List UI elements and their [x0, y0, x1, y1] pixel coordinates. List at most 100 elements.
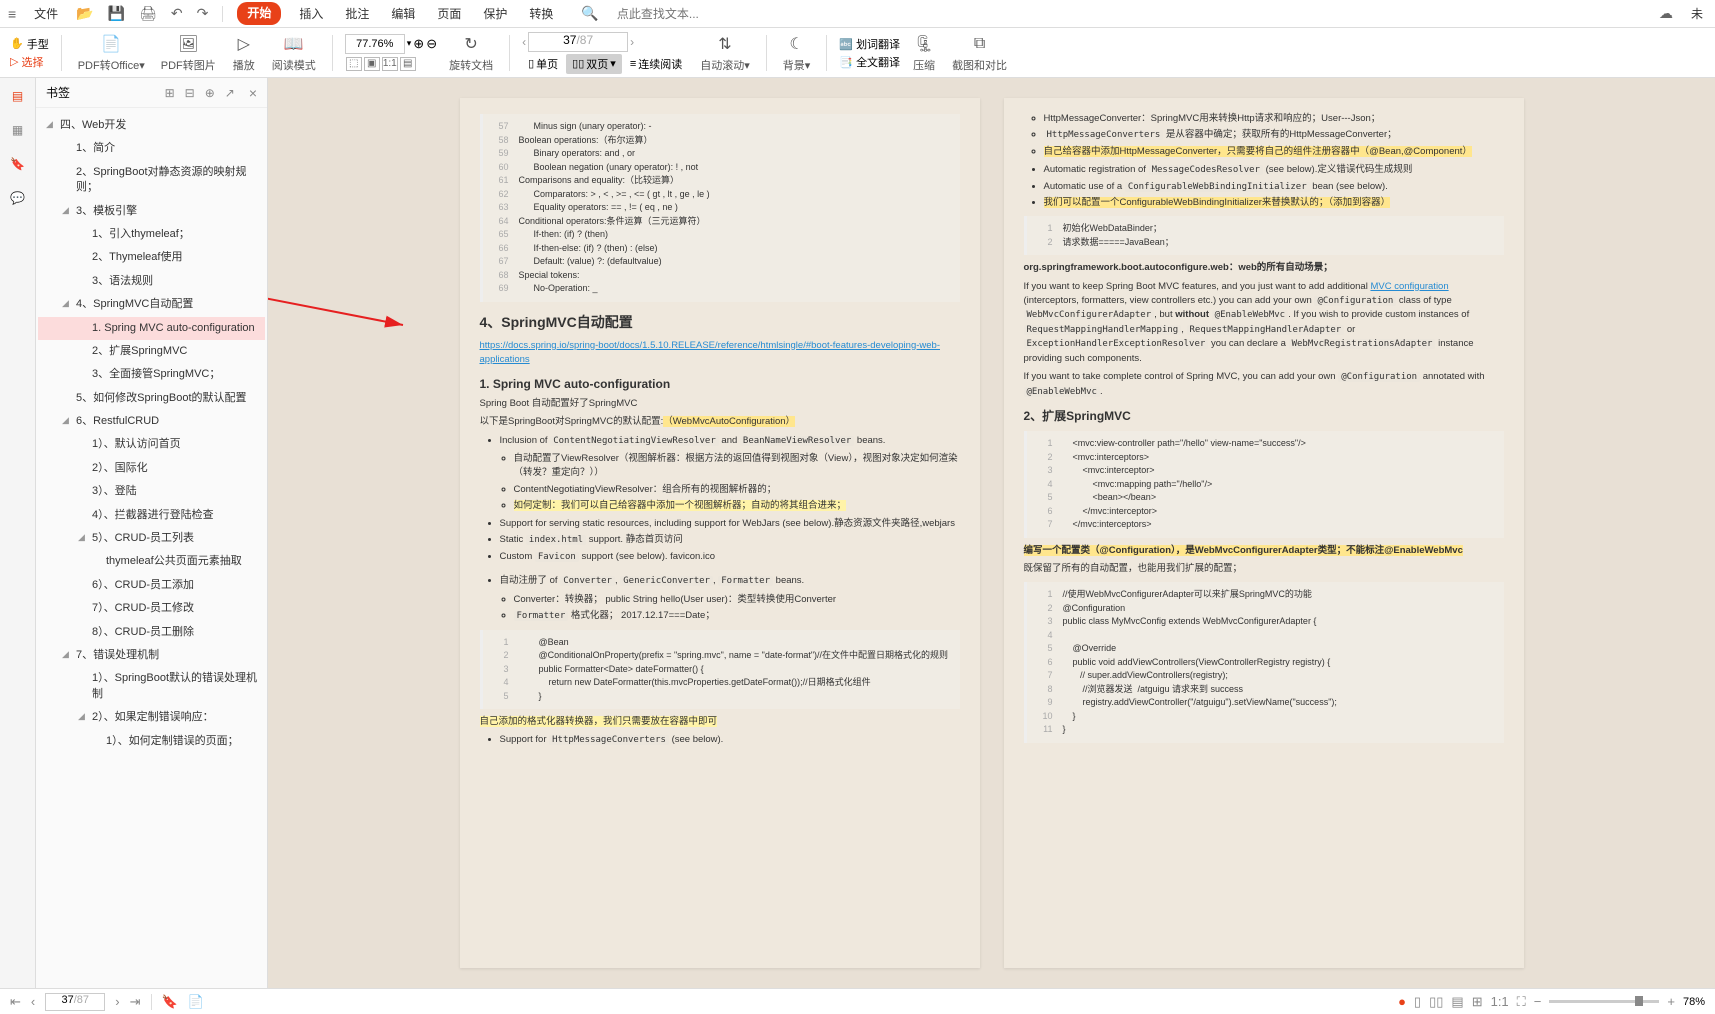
- bookmark-item[interactable]: 7）、CRUD-员工修改: [38, 597, 265, 620]
- screenshot-compare[interactable]: ⧉截图和对比: [948, 32, 1011, 73]
- bookmark-item[interactable]: 2）、国际化: [38, 457, 265, 480]
- bm-close-icon[interactable]: ×: [249, 85, 257, 101]
- bookmark-item[interactable]: ◢5）、CRUD-员工列表: [38, 527, 265, 550]
- bookmark-item[interactable]: 1、引入thymeleaf；: [38, 223, 265, 246]
- thumbnails-icon[interactable]: ▦: [8, 120, 28, 140]
- docs-link[interactable]: https://docs.spring.io/spring-boot/docs/…: [480, 340, 940, 365]
- bookmark-item[interactable]: 1）、SpringBoot默认的错误处理机制: [38, 667, 265, 706]
- fit-width-icon[interactable]: ⬚: [346, 57, 362, 71]
- bookmark-item[interactable]: 2、SpringBoot对静态资源的映射规则；: [38, 161, 265, 200]
- bookmark-item[interactable]: ◢4、SpringMVC自动配置: [38, 293, 265, 316]
- bookmark-item[interactable]: 3）、登陆: [38, 480, 265, 503]
- page-next-icon[interactable]: ›: [630, 35, 634, 49]
- bookmark-item[interactable]: ◢2）、如果定制错误响应：: [38, 706, 265, 729]
- rotate-button[interactable]: ↻旋转文档: [445, 32, 497, 73]
- page-next-nav-icon[interactable]: ›: [115, 994, 119, 1009]
- sb-layout3-icon[interactable]: ▤: [1451, 994, 1463, 1010]
- page-first-icon[interactable]: ⇤: [10, 994, 21, 1010]
- compress-button[interactable]: 🗜压缩: [908, 32, 940, 73]
- bm-add-icon[interactable]: ⊕: [205, 86, 215, 100]
- menu-convert[interactable]: 转换: [525, 3, 557, 24]
- attachments-icon[interactable]: 🔖: [8, 154, 28, 174]
- bookmark-item[interactable]: ◢6、RestfulCRUD: [38, 410, 265, 433]
- pdf-to-image[interactable]: 🖼PDF转图片: [157, 32, 220, 73]
- bookmark-item[interactable]: ◢3、模板引擎: [38, 200, 265, 223]
- bookmark-item[interactable]: 3、全面接管SpringMVC；: [38, 363, 265, 386]
- bm-expand-icon[interactable]: ⊞: [165, 86, 175, 100]
- menu-file[interactable]: 文件: [30, 3, 62, 24]
- redo-icon[interactable]: ↷: [197, 5, 209, 22]
- bookmark-item[interactable]: thymeleaf公共页面元素抽取: [38, 550, 265, 573]
- hand-tool[interactable]: ✋ 手型: [10, 36, 49, 52]
- page-prev-nav-icon[interactable]: ‹: [31, 994, 35, 1009]
- cloud-icon[interactable]: ☁: [1659, 5, 1673, 22]
- menu-insert[interactable]: 插入: [295, 3, 327, 24]
- double-page-button[interactable]: ▯▯ 双页▾: [566, 54, 622, 74]
- menu-hamburger-icon[interactable]: ≡: [8, 6, 16, 22]
- read-mode[interactable]: 📖阅读模式: [268, 32, 320, 73]
- play-button[interactable]: ▷播放: [228, 32, 260, 73]
- zoom-input[interactable]: [345, 34, 405, 54]
- bm-collapse-icon[interactable]: ⊟: [185, 86, 195, 100]
- menu-edit[interactable]: 编辑: [387, 3, 419, 24]
- bookmark-item[interactable]: ◢7、错误处理机制: [38, 644, 265, 667]
- continuous-button[interactable]: ≡ 连续阅读: [624, 54, 688, 74]
- menu-annotate[interactable]: 批注: [341, 3, 373, 24]
- bookmark-item[interactable]: 1、简介: [38, 137, 265, 160]
- menu-protect[interactable]: 保护: [479, 3, 511, 24]
- bookmark-item[interactable]: 1）、如何定制错误的页面；: [38, 730, 265, 753]
- mvc-config-link[interactable]: MVC configuration: [1370, 281, 1448, 292]
- list-item: Automatic use of a ConfigurableWebBindin…: [1044, 180, 1504, 195]
- single-page-button[interactable]: ▯ 单页: [522, 54, 564, 74]
- sb-layout4-icon[interactable]: ⊞: [1472, 994, 1483, 1010]
- bookmark-item[interactable]: 1. Spring MVC auto-configuration: [38, 317, 265, 340]
- print-icon[interactable]: 🖨: [139, 5, 157, 22]
- document-viewport[interactable]: 57 Minus sign (unary operator): -58Boole…: [268, 78, 1715, 988]
- bookmark-item[interactable]: 3、语法规则: [38, 270, 265, 293]
- auto-scroll[interactable]: ⇅自动滚动▾: [696, 32, 754, 73]
- page-prev-icon[interactable]: ‹: [522, 35, 526, 49]
- bm-export-icon[interactable]: ↗: [225, 86, 235, 100]
- bookmark-item[interactable]: 4）、拦截器进行登陆检查: [38, 504, 265, 527]
- bookmark-item[interactable]: 5、如何修改SpringBoot的默认配置: [38, 387, 265, 410]
- sb-layout1-icon[interactable]: ▯: [1414, 994, 1421, 1010]
- view-mode-icon[interactable]: ▤: [400, 57, 416, 71]
- comments-icon[interactable]: 💬: [8, 188, 28, 208]
- sb-bookmark-icon[interactable]: 🔖: [162, 994, 178, 1010]
- full-translate[interactable]: 📑 全文翻译: [839, 54, 900, 70]
- zoom-in-icon[interactable]: ⊕: [413, 36, 424, 52]
- bookmark-item[interactable]: 6）、CRUD-员工添加: [38, 574, 265, 597]
- search-icon[interactable]: 🔍: [581, 5, 598, 22]
- bookmark-item[interactable]: 2、扩展SpringMVC: [38, 340, 265, 363]
- bookmark-item[interactable]: 1）、默认访问首页: [38, 433, 265, 456]
- bookmark-item[interactable]: 8）、CRUD-员工删除: [38, 621, 265, 644]
- fit-actual-icon[interactable]: 1:1: [382, 57, 398, 71]
- undo-icon[interactable]: ↶: [171, 5, 183, 22]
- open-icon[interactable]: 📂: [76, 5, 93, 22]
- zoom-slider[interactable]: [1549, 1000, 1659, 1003]
- sb-plus-icon[interactable]: +: [1667, 994, 1675, 1009]
- menu-page[interactable]: 页面: [433, 3, 465, 24]
- bookmark-item[interactable]: 2、Thymeleaf使用: [38, 246, 265, 269]
- select-tool[interactable]: ▷ 选择: [10, 54, 49, 70]
- sb-layout2-icon[interactable]: ▯▯: [1429, 994, 1443, 1010]
- zoom-out-icon[interactable]: ⊖: [426, 36, 437, 52]
- bookmark-item[interactable]: ◢四、Web开发: [38, 114, 265, 137]
- sb-zoom-fit-icon[interactable]: 1:1: [1491, 994, 1509, 1009]
- page-last-icon[interactable]: ⇥: [130, 994, 141, 1010]
- page-number-input[interactable]: 37/87: [528, 32, 628, 52]
- bookmarks-icon[interactable]: ▤: [8, 86, 28, 106]
- sb-record-icon[interactable]: ●: [1398, 994, 1406, 1009]
- zoom-dropdown-icon[interactable]: ▾: [407, 38, 412, 49]
- sb-minus-icon[interactable]: −: [1534, 994, 1542, 1009]
- word-translate[interactable]: 🔤 划词翻译: [839, 36, 900, 52]
- search-input[interactable]: [613, 5, 713, 23]
- menu-start[interactable]: 开始: [237, 2, 281, 25]
- sb-page-input[interactable]: 37/87: [45, 993, 105, 1011]
- sb-page-icon[interactable]: 📄: [188, 994, 204, 1010]
- fit-page-icon[interactable]: ▣: [364, 57, 380, 71]
- background-button[interactable]: ☾背景▾: [779, 32, 815, 73]
- pdf-to-office[interactable]: 📄PDF转Office▾: [74, 32, 149, 73]
- save-icon[interactable]: 💾: [108, 5, 125, 22]
- sb-fullscreen-icon[interactable]: ⛶: [1517, 994, 1526, 1010]
